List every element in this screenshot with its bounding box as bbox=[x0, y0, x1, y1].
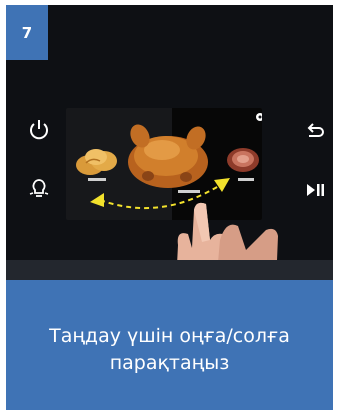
instruction-line-1: Таңдау үшін оңға/солға bbox=[49, 325, 290, 347]
dish-indicator-right bbox=[238, 178, 254, 181]
instruction-caption: Таңдау үшін оңға/солға парақтаңыз bbox=[16, 323, 323, 377]
oven-control-panel-photo: 7 bbox=[6, 5, 333, 280]
instruction-line-2: парақтаңыз bbox=[109, 352, 230, 374]
instruction-card: 7 Таңдау үшін оңға/солға парақтаңыз bbox=[6, 5, 333, 410]
step-number-badge: 7 bbox=[6, 5, 48, 60]
power-icon[interactable] bbox=[28, 117, 50, 141]
panel-bottom-edge bbox=[6, 260, 333, 280]
settings-gear-icon[interactable] bbox=[254, 108, 262, 121]
back-arrow-icon[interactable] bbox=[304, 119, 326, 143]
oven-light-icon[interactable] bbox=[28, 177, 50, 201]
